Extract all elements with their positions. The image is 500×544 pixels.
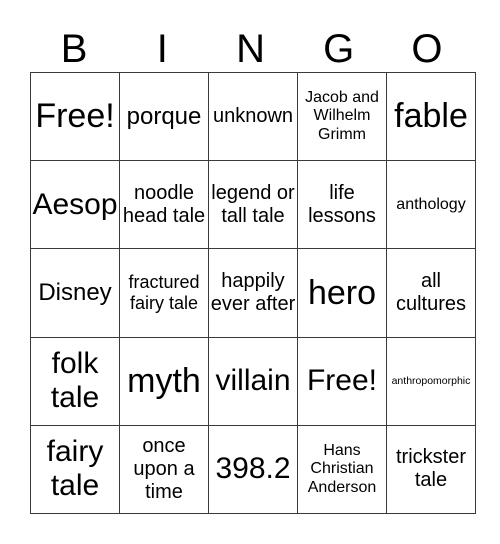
bingo-cell[interactable]: noodle head tale — [119, 160, 209, 250]
bingo-cell-text: fable — [394, 97, 468, 136]
bingo-cell[interactable]: unknown — [208, 71, 298, 162]
bingo-cell[interactable]: happily ever after — [208, 248, 298, 338]
bingo-cell[interactable]: legend or tall tale — [208, 160, 298, 250]
bingo-cell[interactable]: Free! — [30, 71, 120, 162]
bingo-cell[interactable]: villain — [208, 336, 298, 426]
bingo-grid: Free! porque unknown Jacob and Wilhelm Grim… — [30, 71, 476, 515]
bingo-cell[interactable]: hero — [297, 248, 387, 338]
bingo-cell[interactable]: once upon a time — [119, 424, 209, 515]
bingo-row: folk tale myth villain Free! anthropomorphic — [30, 336, 476, 426]
bingo-cell[interactable]: 398.2 — [208, 424, 298, 515]
bingo-cell-text: all cultures — [395, 269, 467, 315]
bingo-cell-text: fractured fairy tale — [128, 272, 200, 313]
bingo-cell[interactable]: Free! — [297, 336, 387, 426]
bingo-cell-text: 398.2 — [215, 452, 291, 486]
bingo-cell-text: fairy tale — [46, 434, 104, 503]
header-letter-n: N — [236, 27, 265, 71]
bingo-row: Free! porque unknown Jacob and Wilhelm Grim… — [30, 71, 476, 162]
bingo-cell-text: Aesop — [32, 187, 118, 221]
bingo-cell-text: Jacob and Wilhelm Grimm — [305, 89, 379, 143]
bingo-cell[interactable]: fractured fairy tale — [119, 248, 209, 338]
bingo-cell[interactable]: life lessons — [297, 160, 387, 250]
bingo-cell-text: unknown — [212, 105, 294, 128]
bingo-cell-text: legend or tall tale — [211, 181, 295, 227]
bingo-cell-text: happily ever after — [210, 269, 296, 315]
bingo-cell-text: villain — [215, 363, 291, 397]
bingo-cell[interactable]: Disney — [30, 248, 120, 338]
bingo-cell[interactable]: porque — [119, 71, 209, 162]
header-letter-i: I — [156, 27, 168, 71]
bingo-cell[interactable]: myth — [119, 336, 209, 426]
bingo-cell-text: Hans Christian Anderson — [307, 441, 377, 496]
header-letter-g: G — [323, 27, 355, 71]
bingo-cell-text: Free! — [35, 97, 115, 136]
bingo-cell[interactable]: trickster tale — [386, 424, 476, 515]
bingo-cell[interactable]: fairy tale — [30, 424, 120, 515]
bingo-cell[interactable]: Aesop — [30, 160, 120, 250]
bingo-cell-text: hero — [307, 273, 377, 312]
bingo-cell-text: anthology — [396, 195, 466, 213]
bingo-cell-text: once upon a time — [133, 434, 195, 503]
bingo-row: Disney fractured fairy tale happily ever a… — [30, 248, 476, 338]
bingo-header: B I N G O — [30, 26, 471, 72]
bingo-cell-text: folk tale — [50, 346, 100, 415]
bingo-row: fairy tale once upon a time 398.2 Hans Chri… — [30, 424, 476, 515]
bingo-cell[interactable]: all cultures — [386, 248, 476, 338]
bingo-cell-text: noodle head tale — [122, 181, 206, 227]
bingo-cell-text: anthropomorphic — [391, 375, 471, 388]
bingo-cell-text: life lessons — [308, 181, 376, 227]
bingo-row: Aesop noodle head tale legend or tall tale… — [30, 160, 476, 250]
bingo-cell-text: Disney — [38, 279, 112, 307]
bingo-cell-text: trickster tale — [396, 446, 466, 492]
bingo-cell-text: Free! — [306, 363, 378, 397]
bingo-cell[interactable]: Hans Christian Anderson — [297, 424, 387, 515]
header-letter-b: B — [60, 27, 88, 71]
bingo-cell[interactable]: fable — [386, 71, 476, 162]
bingo-cell[interactable]: folk tale — [30, 336, 120, 426]
bingo-cell[interactable]: Jacob and Wilhelm Grimm — [297, 71, 387, 162]
header-letter-o: O — [411, 27, 443, 71]
bingo-cell[interactable]: anthropomorphic — [386, 336, 476, 426]
bingo-cell-text: porque — [126, 102, 202, 130]
bingo-cell-text: myth — [127, 361, 201, 400]
bingo-cell[interactable]: anthology — [386, 160, 476, 250]
